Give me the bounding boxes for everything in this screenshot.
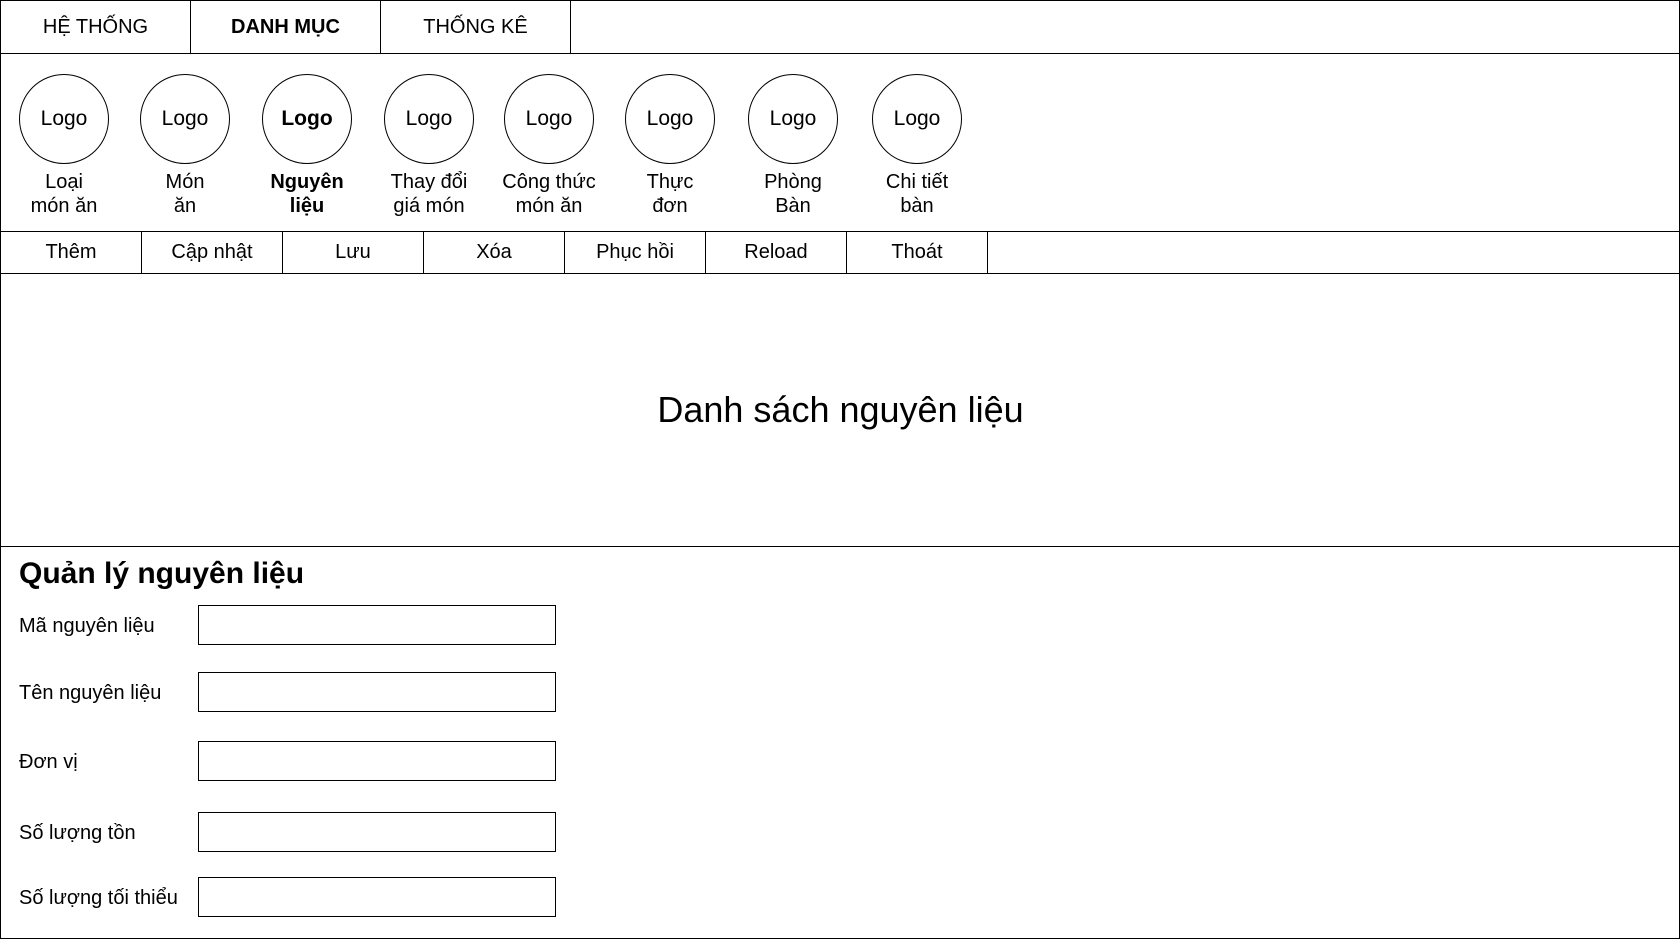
logo-icon: Logo [748,74,838,164]
so-luong-ton-input[interactable] [198,812,556,852]
logo-icon: Logo [140,74,230,164]
logo-icon: Logo [504,74,594,164]
category-label: Phòng Bàn [764,171,822,217]
category-label: Nguyên liệu [270,171,344,217]
category-label: Loại món ăn [30,171,98,217]
restore-button[interactable]: Phục hồi [565,232,706,273]
reload-button[interactable]: Reload [706,232,847,273]
category-nguyen-lieu[interactable]: Logo Nguyên liệu [237,74,377,218]
action-toolbar: Thêm Cập nhật Lưu Xóa Phục hồi Reload Th… [1,232,1680,274]
logo-icon: Logo [384,74,474,164]
logo-icon: Logo [262,74,352,164]
field-label-ma-nguyen-lieu: Mã nguyên liệu [19,615,155,637]
app-window: HỆ THỐNG DANH MỤC THỐNG KÊ Logo Loại món… [0,0,1680,939]
logo-icon: Logo [872,74,962,164]
ingredient-form: Quản lý nguyên liệu Mã nguyên liệu Tên n… [1,547,1680,938]
ten-nguyen-lieu-input[interactable] [198,672,556,712]
field-label-don-vi: Đơn vị [19,751,78,773]
field-label-ten-nguyen-lieu: Tên nguyên liệu [19,682,162,704]
so-luong-toi-thieu-input[interactable] [198,877,556,917]
don-vi-input[interactable] [198,741,556,781]
field-label-so-luong-ton: Số lượng tồn [19,822,136,844]
save-button[interactable]: Lưu [283,232,424,273]
category-phong-ban[interactable]: Logo Phòng Bàn [723,74,863,218]
category-icon-row: Logo Loại món ăn Logo Món ăn Logo Nguyên… [1,54,1680,232]
category-loai-mon-an[interactable]: Logo Loại món ăn [0,74,134,218]
category-thay-doi-gia-mon[interactable]: Logo Thay đổi giá món [359,74,499,218]
category-label: Thay đổi giá món [390,171,468,217]
ma-nguyen-lieu-input[interactable] [198,605,556,645]
ingredient-list-panel[interactable]: Danh sách nguyên liệu [1,274,1680,547]
update-button[interactable]: Cập nhật [142,232,283,273]
category-label: Thực đơn [646,171,694,217]
category-cong-thuc-mon-an[interactable]: Logo Công thức món ăn [479,74,619,218]
category-label: Chi tiết bàn [885,171,949,217]
tab-he-thong[interactable]: HỆ THỐNG [1,1,191,53]
category-label: Công thức món ăn [502,171,596,217]
field-label-so-luong-toi-thieu: Số lượng tối thiểu [19,887,178,909]
category-thuc-don[interactable]: Logo Thực đơn [600,74,740,218]
top-menu-bar: HỆ THỐNG DANH MỤC THỐNG KÊ [1,1,1680,54]
category-mon-an[interactable]: Logo Món ăn [115,74,255,218]
add-button[interactable]: Thêm [1,232,142,273]
logo-icon: Logo [625,74,715,164]
tab-thong-ke[interactable]: THỐNG KÊ [381,1,571,53]
category-label: Món ăn [165,171,205,217]
tab-danh-muc[interactable]: DANH MỤC [191,1,381,53]
logo-icon: Logo [19,74,109,164]
delete-button[interactable]: Xóa [424,232,565,273]
category-chi-tiet-ban[interactable]: Logo Chi tiết bàn [847,74,987,218]
list-title: Danh sách nguyên liệu [657,389,1024,430]
form-title: Quản lý nguyên liệu [19,557,305,590]
exit-button[interactable]: Thoát [847,232,988,273]
